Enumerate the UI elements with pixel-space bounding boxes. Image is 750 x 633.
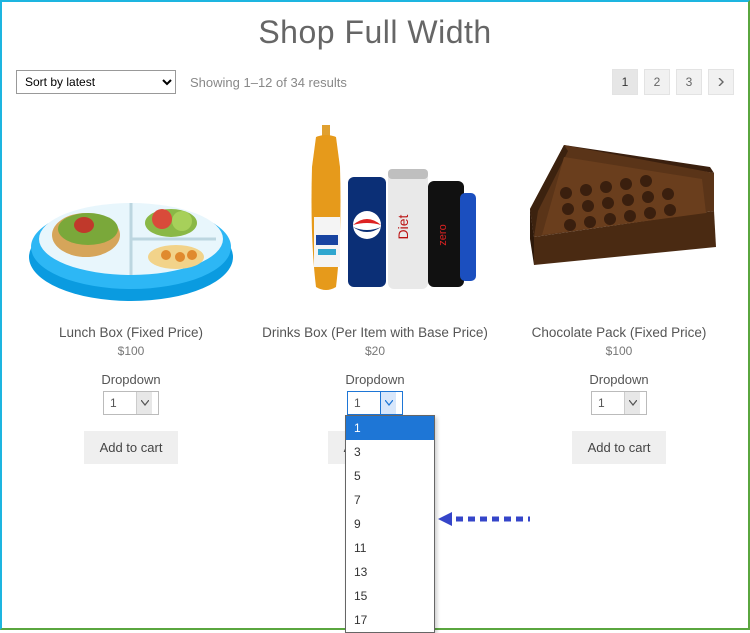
- chevron-down-icon: [380, 392, 396, 414]
- quantity-option[interactable]: 7: [346, 488, 434, 512]
- chevron-down-icon: [136, 392, 152, 414]
- product-image[interactable]: [504, 107, 734, 317]
- product-title: Lunch Box (Fixed Price): [16, 325, 246, 340]
- sort-select[interactable]: Sort by latest: [16, 70, 176, 94]
- product-price: $100: [16, 344, 246, 358]
- add-to-cart-button[interactable]: Add to cart: [84, 431, 179, 464]
- annotation-arrow-icon: [438, 510, 534, 528]
- product-card: Diet zero Drinks Box (Per Item with Base…: [260, 107, 490, 464]
- product-price: $100: [504, 344, 734, 358]
- product-title: Drinks Box (Per Item with Base Price): [260, 325, 490, 340]
- page-next-button[interactable]: [708, 69, 734, 95]
- chevron-right-icon: [717, 75, 725, 89]
- page-3-button[interactable]: 3: [676, 69, 702, 95]
- add-to-cart-button[interactable]: Add to cart: [572, 431, 667, 464]
- quantity-option[interactable]: 5: [346, 464, 434, 488]
- quantity-dropdown-menu[interactable]: 1357911131517: [345, 415, 435, 633]
- svg-text:Diet: Diet: [395, 214, 411, 239]
- product-image[interactable]: [16, 107, 246, 317]
- quantity-option[interactable]: 11: [346, 536, 434, 560]
- product-grid: Lunch Box (Fixed Price) $100 Dropdown 1 …: [16, 107, 734, 464]
- quantity-select[interactable]: 1: [347, 391, 403, 415]
- page-2-button[interactable]: 2: [644, 69, 670, 95]
- dropdown-label: Dropdown: [260, 372, 490, 387]
- product-price: $20: [260, 344, 490, 358]
- product-image[interactable]: Diet zero: [260, 107, 490, 317]
- pagination: 1 2 3: [612, 69, 734, 95]
- result-count: Showing 1–12 of 34 results: [190, 75, 612, 90]
- quantity-option[interactable]: 13: [346, 560, 434, 584]
- svg-text:zero: zero: [437, 224, 449, 245]
- quantity-option[interactable]: 9: [346, 512, 434, 536]
- quantity-select[interactable]: 1: [103, 391, 159, 415]
- quantity-option[interactable]: 3: [346, 440, 434, 464]
- page-title: Shop Full Width: [10, 14, 740, 51]
- dropdown-label: Dropdown: [16, 372, 246, 387]
- shop-toolbar: Sort by latest Showing 1–12 of 34 result…: [16, 69, 734, 95]
- quantity-option[interactable]: 17: [346, 608, 434, 632]
- product-card: Lunch Box (Fixed Price) $100 Dropdown 1 …: [16, 107, 246, 464]
- product-card: Chocolate Pack (Fixed Price) $100 Dropdo…: [504, 107, 734, 464]
- page-1-button[interactable]: 1: [612, 69, 638, 95]
- quantity-value: 1: [598, 396, 605, 410]
- quantity-value: 1: [354, 396, 361, 410]
- product-title: Chocolate Pack (Fixed Price): [504, 325, 734, 340]
- dropdown-label: Dropdown: [504, 372, 734, 387]
- quantity-option[interactable]: 15: [346, 584, 434, 608]
- quantity-value: 1: [110, 396, 117, 410]
- quantity-select[interactable]: 1: [591, 391, 647, 415]
- chevron-down-icon: [624, 392, 640, 414]
- quantity-option[interactable]: 1: [346, 416, 434, 440]
